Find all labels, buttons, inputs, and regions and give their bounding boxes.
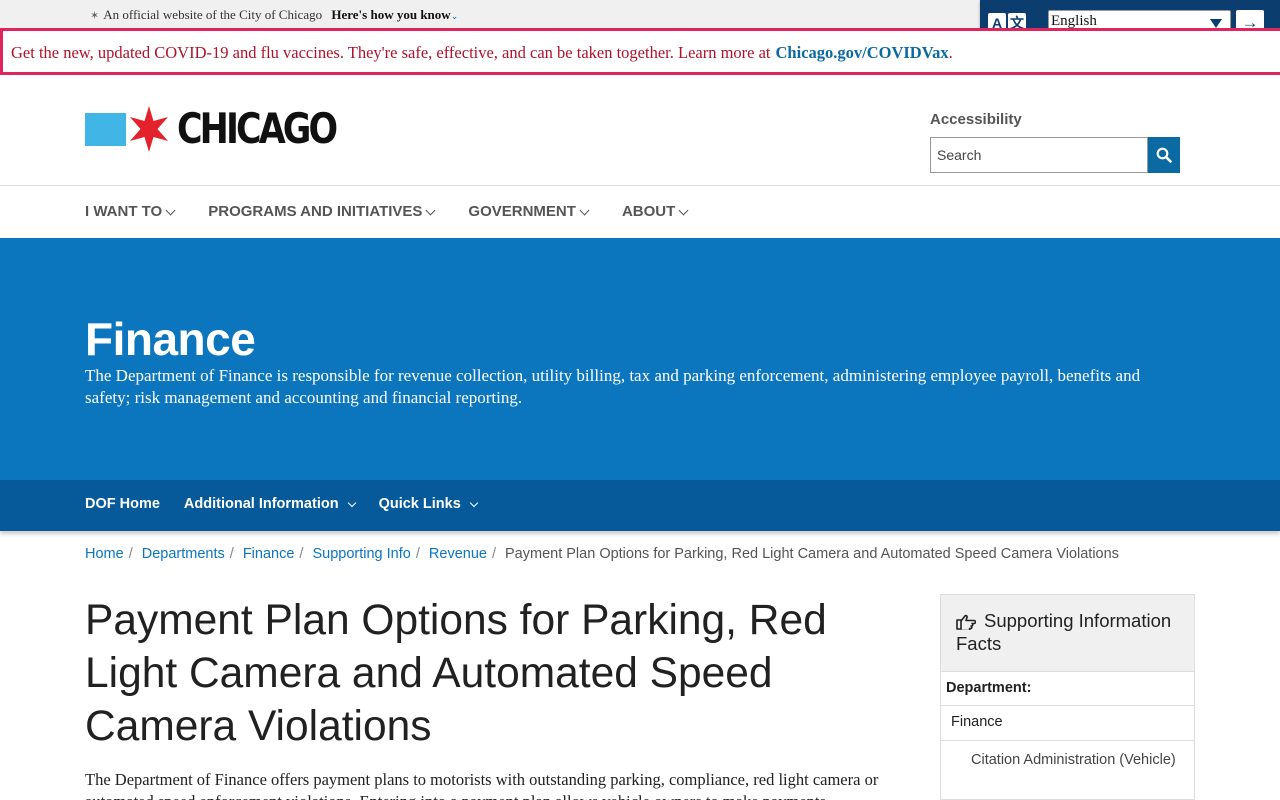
breadcrumb-departments[interactable]: Departments (142, 546, 225, 562)
header-divider (0, 185, 1280, 186)
alert-text: Get the new, updated COVID-19 and flu va… (11, 43, 771, 62)
chevron-down-icon (347, 498, 356, 507)
breadcrumb-current: Payment Plan Options for Parking, Red Li… (505, 546, 1119, 562)
main-nav: I WANT TO PROGRAMS AND INITIATIVES GOVER… (85, 203, 689, 220)
department-hero: Finance The Department of Finance is res… (0, 238, 1280, 480)
chevron-down-icon (425, 205, 436, 215)
breadcrumb-revenue[interactable]: Revenue (429, 546, 487, 562)
facts-heading-text: Supporting Information Facts (956, 610, 1172, 654)
chevron-down-icon (165, 205, 176, 215)
breadcrumb: Home / Departments / Finance / Supporting I… (85, 546, 1119, 562)
breadcrumb-home[interactable]: Home (85, 546, 124, 562)
nav-label: PROGRAMS AND INITIATIVES (208, 203, 423, 220)
page-intro: The Department of Finance offers payment… (85, 770, 879, 800)
dropdown-arrow-icon (1210, 19, 1222, 28)
nav-label: ABOUT (621, 203, 676, 220)
chicago-logo[interactable]: CHICAGO (85, 104, 368, 154)
supporting-info-facts: Supporting Information Facts Department:… (940, 594, 1195, 800)
covid-alert: Get the new, updated COVID-19 and flu va… (0, 28, 1280, 75)
how-you-know-link[interactable]: Here's how you know (331, 7, 450, 22)
nav-label: GOVERNMENT (468, 203, 576, 220)
department-subnav: DOF Home Additional Information Quick Li… (0, 480, 1280, 531)
nav-government[interactable]: GOVERNMENT (468, 203, 590, 220)
breadcrumb-separator: / (229, 546, 234, 562)
subnav-dof-home[interactable]: DOF Home (85, 496, 160, 512)
breadcrumb-supporting-info[interactable]: Supporting Info (312, 546, 410, 562)
chevron-down-icon (469, 498, 479, 507)
page-title: Payment Plan Options for Parking, Red Li… (85, 597, 827, 750)
breadcrumb-finance[interactable]: Finance (243, 546, 295, 562)
chevron-down-icon (678, 205, 689, 215)
search-input[interactable] (930, 137, 1148, 173)
facts-heading: Supporting Information Facts (941, 595, 1194, 672)
breadcrumb-separator: / (415, 546, 420, 562)
breadcrumb-separator: / (128, 546, 133, 562)
hand-point-right-icon (956, 614, 976, 630)
subnav-label: Quick Links (378, 496, 461, 512)
chevron-down-icon (579, 205, 590, 215)
department-description: The Department of Finance is responsible… (85, 366, 1141, 407)
subnav-label: DOF Home (85, 496, 160, 512)
search-button[interactable] (1148, 137, 1180, 173)
covidvax-link[interactable]: Chicago.gov/COVIDVax (776, 43, 949, 62)
breadcrumb-separator: / (299, 546, 304, 562)
official-text: An official website of the City of Chica… (103, 7, 323, 22)
department-title: Finance (85, 313, 256, 365)
department-label: Department: (941, 672, 1194, 706)
subnav-additional-info[interactable]: Additional Information (183, 496, 356, 512)
department-finance-link[interactable]: Finance (941, 706, 1194, 741)
breadcrumb-separator: / (491, 546, 496, 562)
accessibility-link[interactable]: Accessibility (930, 111, 1022, 128)
nav-about[interactable]: ABOUT (621, 203, 689, 220)
citation-administration-link[interactable]: Citation Administration (Vehicle) (941, 741, 1194, 800)
chicago-star-icon (130, 106, 168, 152)
alert-period: . (948, 43, 953, 62)
subnav-quick-links[interactable]: Quick Links (378, 496, 479, 512)
star-icon: ✶ (90, 10, 100, 22)
nav-programs[interactable]: PROGRAMS AND INITIATIVES (208, 203, 436, 220)
chevron-down-icon[interactable]: ⌄ (451, 11, 459, 21)
logo-wordmark: CHICAGO (177, 104, 338, 153)
flag-stripe-icon (85, 112, 126, 146)
language-selected: English (1051, 13, 1097, 29)
search-icon (1156, 147, 1172, 163)
nav-label: I WANT TO (85, 203, 163, 220)
nav-i-want-to[interactable]: I WANT TO (85, 203, 176, 220)
subnav-label: Additional Information (183, 496, 339, 512)
